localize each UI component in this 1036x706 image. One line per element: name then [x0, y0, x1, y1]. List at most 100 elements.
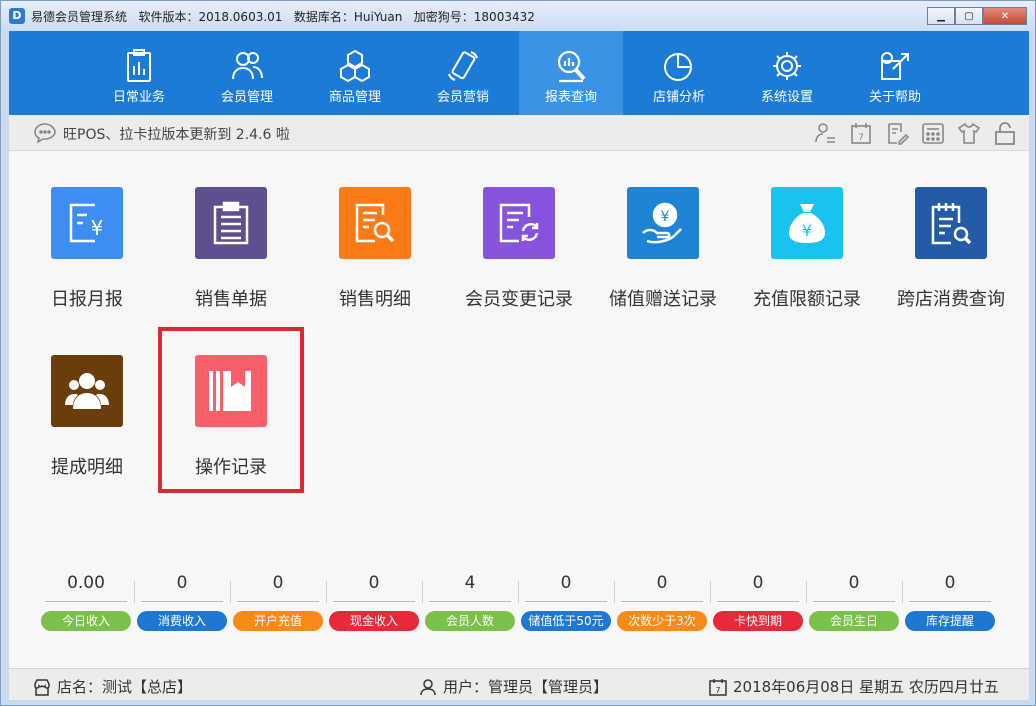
boxes-icon: [340, 49, 370, 83]
calendar-icon[interactable]: 7: [849, 121, 873, 145]
stat-underline: [429, 601, 511, 602]
nav-label: 会员营销: [436, 90, 489, 105]
stat-inventory-alert[interactable]: 0 库存提醒: [902, 573, 998, 631]
stat-badge: 今日收入: [41, 611, 131, 631]
stat-account-recharge[interactable]: 0 开户充值: [230, 573, 326, 631]
store-info: 店名：测试【总店】: [33, 676, 192, 697]
report-tile-label: 跨店消费查询: [897, 289, 1005, 310]
commission-icon: [65, 373, 109, 409]
stat-today-income[interactable]: 0.00 今日收入: [38, 573, 134, 631]
user-icon: [420, 678, 436, 695]
report-tile-operation-log[interactable]: 操作记录: [159, 355, 303, 505]
nav-item-store-analysis[interactable]: 店铺分析: [627, 31, 731, 115]
stat-badge: 库存提醒: [905, 611, 995, 631]
stat-value: 0: [944, 573, 956, 593]
report-tile-icon-box: [915, 187, 987, 259]
nav-label: 系统设置: [760, 90, 813, 105]
nav-label: 日常业务: [112, 90, 165, 105]
cross-store-icon: [931, 203, 972, 245]
calendar-icon: 7: [709, 678, 727, 696]
report-tile-sales-receipts[interactable]: 销售单据: [159, 187, 303, 337]
lock-icon[interactable]: [993, 121, 1017, 145]
money-bag-icon: ¥: [789, 204, 825, 243]
report-tile-label: 提成明细: [51, 457, 123, 478]
minimize-button[interactable]: ▁: [927, 7, 955, 25]
close-button[interactable]: ✕: [983, 7, 1027, 25]
stat-underline: [525, 601, 607, 602]
gear-icon: [773, 52, 801, 80]
report-tile-commission[interactable]: 提成明细: [15, 355, 159, 505]
calculator-icon[interactable]: [921, 121, 945, 145]
report-tile-label: 会员变更记录: [465, 289, 573, 310]
report-tile-icon-box: ¥: [771, 187, 843, 259]
report-tile-label: 销售单据: [195, 289, 267, 310]
nav-label: 店铺分析: [652, 90, 705, 105]
stat-underline: [621, 601, 703, 602]
report-tile-daily-monthly[interactable]: ¥ 日报月报: [15, 187, 159, 337]
stat-consumption-income[interactable]: 0 消费收入: [134, 573, 230, 631]
nav-item-system-settings[interactable]: 系统设置: [735, 31, 839, 115]
nav-label: 会员管理: [220, 90, 273, 105]
maximize-button[interactable]: ▢: [955, 7, 983, 25]
report-tile-recharge-limit[interactable]: ¥ 充值限额记录: [735, 187, 879, 337]
nav-item-product-management[interactable]: 商品管理: [303, 31, 407, 115]
notice-text[interactable]: 旺POS、拉卡拉版本更新到 2.4.6 啦: [63, 124, 290, 144]
stat-underline: [141, 601, 223, 602]
stat-member-count[interactable]: 4 会员人数: [422, 573, 518, 631]
stat-value: 0: [752, 573, 764, 593]
edit-icon[interactable]: [885, 121, 909, 145]
shirt-icon[interactable]: [957, 121, 981, 145]
stat-value: 0: [656, 573, 668, 593]
report-tile-label: 操作记录: [195, 457, 267, 478]
member-change-icon: [499, 203, 539, 243]
user-info: 用户：管理员【管理员】: [419, 676, 608, 697]
stat-member-birthday[interactable]: 0 会员生日: [806, 573, 902, 631]
stat-cash-income[interactable]: 0 现金收入: [326, 573, 422, 631]
user-switch-icon[interactable]: [813, 121, 837, 145]
stat-badge: 开户充值: [233, 611, 323, 631]
daily-report-icon: ¥: [69, 203, 103, 243]
store-name: 店名：测试【总店】: [57, 678, 193, 696]
search-chart-icon: [557, 50, 586, 83]
clipboard-chart-icon: [127, 49, 151, 82]
stat-underline: [909, 601, 991, 602]
stored-value-gift-icon: ¥: [642, 202, 682, 244]
nav-item-about-help[interactable]: 关于帮助: [843, 31, 947, 115]
stat-badge: 次数少于3次: [617, 611, 707, 631]
sales-receipt-icon: [213, 201, 249, 245]
stat-value: 0: [368, 573, 380, 593]
report-tile-icon-box: ¥: [627, 187, 699, 259]
nav-label: 报表查询: [544, 90, 597, 105]
app-window: D 易德会员管理系统 软件版本：2018.0603.01 数据库名：HuiYua…: [0, 0, 1036, 706]
report-tile-icon-box: [483, 187, 555, 259]
report-tile-icon-box: ¥: [51, 187, 123, 259]
stat-underline: [333, 601, 415, 602]
nav-item-member-management[interactable]: 会员管理: [195, 31, 299, 115]
stat-underline: [717, 601, 799, 602]
stat-badge: 消费收入: [137, 611, 227, 631]
date-text: 2018年06月08日 星期五 农历四月廿五: [733, 678, 999, 696]
stat-low-balance[interactable]: 0 储值低于50元: [518, 573, 614, 631]
stat-value: 0.00: [67, 573, 105, 593]
date-info: 7 2018年06月08日 星期五 农历四月廿五: [709, 676, 999, 697]
nav-item-report-query[interactable]: 报表查询: [519, 31, 623, 115]
sales-detail-icon: [355, 203, 395, 243]
stat-underline: [813, 601, 895, 602]
report-tile-cross-store[interactable]: 跨店消费查询: [879, 187, 1023, 337]
stat-value: 0: [848, 573, 860, 593]
stat-badge: 现金收入: [329, 611, 419, 631]
stat-badge: 卡快到期: [713, 611, 803, 631]
nav-item-daily-business[interactable]: 日常业务: [87, 31, 191, 115]
report-tile-sales-detail[interactable]: 销售明细: [303, 187, 447, 337]
report-tile-stored-value-gift[interactable]: ¥ 储值赠送记录: [591, 187, 735, 337]
users-icon: [232, 52, 263, 80]
stat-card-expiring[interactable]: 0 卡快到期: [710, 573, 806, 631]
report-tile-icon-box: [195, 355, 267, 427]
pie-chart-icon: [664, 53, 692, 81]
nav-item-member-marketing[interactable]: 会员营销: [411, 31, 515, 115]
report-tile-member-change[interactable]: 会员变更记录: [447, 187, 591, 337]
stat-value: 0: [176, 573, 188, 593]
report-tile-label: 充值限额记录: [753, 289, 861, 310]
stat-low-count[interactable]: 0 次数少于3次: [614, 573, 710, 631]
nav-label: 商品管理: [328, 90, 381, 105]
